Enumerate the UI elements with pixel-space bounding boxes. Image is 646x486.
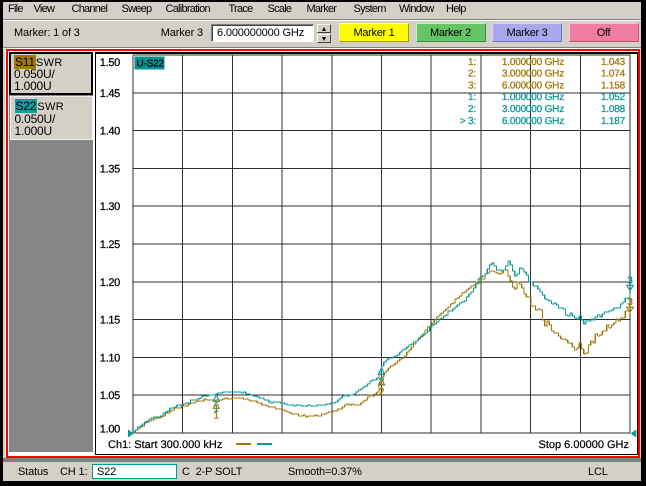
- svg-text:1.35: 1.35: [100, 163, 120, 175]
- svg-text:1.05: 1.05: [100, 390, 120, 402]
- svg-text:U-S22: U-S22: [137, 58, 165, 69]
- svg-text:1.40: 1.40: [100, 126, 120, 138]
- svg-text:3:: 3:: [468, 80, 476, 91]
- svg-text:1.30: 1.30: [100, 201, 120, 213]
- svg-text:1:: 1:: [468, 92, 476, 103]
- svg-text:1: 1: [214, 410, 220, 421]
- svg-text:1.187: 1.187: [601, 116, 626, 127]
- svg-text:Stop 6.00000 GHz: Stop 6.00000 GHz: [538, 439, 629, 451]
- svg-text:1.000000 GHz: 1.000000 GHz: [502, 57, 564, 68]
- svg-text:1.50: 1.50: [100, 57, 120, 69]
- svg-text:Ch1: Start 300.000 kHz: Ch1: Start 300.000 kHz: [108, 439, 222, 451]
- svg-text:1.000000 GHz: 1.000000 GHz: [502, 92, 564, 103]
- svg-text:1:: 1:: [468, 57, 476, 68]
- svg-text:2:: 2:: [468, 104, 476, 115]
- svg-text:1.158: 1.158: [601, 80, 626, 91]
- svg-text:1.10: 1.10: [100, 352, 120, 364]
- svg-text:6.000000 GHz: 6.000000 GHz: [502, 80, 564, 91]
- svg-text:3: 3: [627, 275, 633, 286]
- svg-text:> 3:: > 3:: [460, 116, 476, 127]
- svg-text:1.074: 1.074: [601, 69, 626, 80]
- svg-text:6.000000 GHz: 6.000000 GHz: [502, 116, 564, 127]
- svg-text:3.000000 GHz: 3.000000 GHz: [502, 104, 564, 115]
- svg-text:1.25: 1.25: [100, 239, 120, 251]
- svg-text:1.45: 1.45: [100, 88, 120, 100]
- svg-text:2:: 2:: [468, 69, 476, 80]
- svg-text:1.043: 1.043: [601, 57, 626, 68]
- svg-text:1.00: 1.00: [100, 424, 120, 436]
- svg-text:1.052: 1.052: [601, 92, 626, 103]
- svg-text:1.15: 1.15: [100, 315, 120, 327]
- svg-text:1.088: 1.088: [601, 104, 626, 115]
- svg-text:2: 2: [379, 387, 385, 398]
- svg-text:3: 3: [627, 297, 633, 308]
- svg-text:1.20: 1.20: [100, 277, 120, 289]
- svg-text:3.000000 GHz: 3.000000 GHz: [502, 69, 564, 80]
